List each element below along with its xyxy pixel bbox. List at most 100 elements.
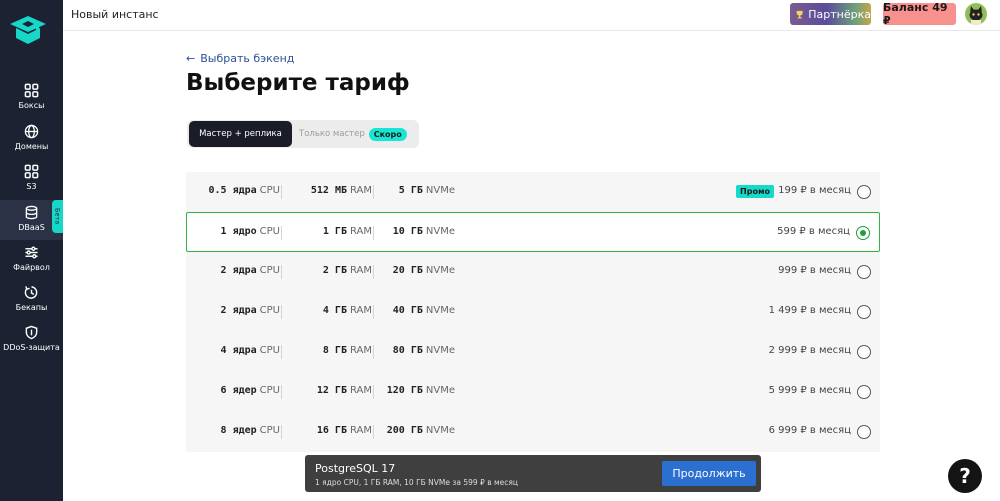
soon-badge: Скоро xyxy=(368,127,407,141)
top-header: Новый инстанс Партнёрка Баланс 49 ₽ xyxy=(63,0,1000,31)
plan-radio[interactable] xyxy=(856,226,870,240)
plan-cpu: 2 ядра CPU xyxy=(220,265,280,276)
promo-badge: Промо xyxy=(736,185,774,198)
plan-ram: 16 ГБ RAM xyxy=(316,425,372,436)
plan-cpu: 6 ядер CPU xyxy=(220,385,280,396)
sidebar-item-backups[interactable]: Бекапы xyxy=(0,285,63,325)
partner-label: Партнёрка xyxy=(808,7,871,21)
plan-price: 2 999 ₽ в месяц xyxy=(768,345,851,356)
plan-ram: 1 ГБ RAM xyxy=(322,226,372,237)
plan-price: 5 999 ₽ в месяц xyxy=(768,385,851,396)
sidebar-item-domains[interactable]: Домены xyxy=(0,124,63,164)
plan-row[interactable]: 0.5 ядра CPU 512 МБ RAM 5 ГБ NVMe Промо 199 ₽ в… xyxy=(186,172,880,212)
sliders-icon xyxy=(25,246,38,259)
plan-radio[interactable] xyxy=(857,345,871,359)
sidebar-item-label: DBaaS xyxy=(18,223,45,232)
plan-ram: 2 ГБ RAM xyxy=(322,265,372,276)
cat-avatar-icon xyxy=(965,3,987,25)
plan-ram: 512 МБ RAM xyxy=(310,185,372,196)
toggle-master-only: Только мастер Скоро xyxy=(299,121,407,147)
toggle-master-replica[interactable]: Мастер + реплика xyxy=(189,121,292,147)
page-title: Выберите тариф xyxy=(186,70,410,96)
trophy-icon xyxy=(796,10,803,18)
arrow-left-icon: ← xyxy=(186,52,196,65)
plan-cpu: 2 ядра CPU xyxy=(220,305,280,316)
question-icon: ? xyxy=(959,464,971,488)
plan-row[interactable]: 2 ядра CPU 2 ГБ RAM 20 ГБ NVMe 999 ₽ в месяц xyxy=(186,252,880,292)
plan-disk: 10 ГБ NVMe xyxy=(392,226,455,237)
continue-button[interactable]: Продолжить xyxy=(662,461,756,486)
plan-cpu: 4 ядра CPU xyxy=(220,345,280,356)
partner-button[interactable]: Партнёрка xyxy=(790,3,871,25)
sidebar-item-label: S3 xyxy=(26,182,37,191)
plan-row[interactable]: 4 ядра CPU 8 ГБ RAM 80 ГБ NVMe 2 999 ₽ в месяц xyxy=(186,332,880,372)
divider xyxy=(373,425,374,439)
plan-cpu: 8 ядер CPU xyxy=(220,425,280,436)
divider xyxy=(373,385,374,399)
back-link-label: Выбрать бэкенд xyxy=(200,52,295,65)
plan-disk: 80 ГБ NVMe xyxy=(392,345,455,356)
topology-toggle: Мастер + реплика Только мастер Скоро xyxy=(187,120,419,148)
plan-row[interactable]: 2 ядра CPU 4 ГБ RAM 40 ГБ NVMe 1 499 ₽ в месяц xyxy=(186,292,880,332)
help-button[interactable]: ? xyxy=(948,459,982,493)
plan-ram: 8 ГБ RAM xyxy=(322,345,372,356)
divider xyxy=(281,265,282,279)
divider xyxy=(281,305,282,319)
sidebar-item-dbaas[interactable]: DBaaS Бета xyxy=(0,200,63,240)
balance-label: Баланс 49 ₽ xyxy=(883,1,948,27)
divider xyxy=(373,345,374,359)
plan-radio[interactable] xyxy=(857,385,871,399)
sidebar-item-firewall[interactable]: Файрвол xyxy=(0,245,63,285)
divider xyxy=(373,265,374,279)
plan-ram: 12 ГБ RAM xyxy=(316,385,372,396)
avatar[interactable] xyxy=(965,3,987,25)
sidebar-item-ddos[interactable]: DDoS-защита xyxy=(0,325,63,365)
summary-title: PostgreSQL 17 xyxy=(315,462,396,475)
sidebar-item-s3[interactable]: S3 xyxy=(0,164,63,204)
plan-row[interactable]: 1 ядро CPU 1 ГБ RAM 10 ГБ NVMe 599 ₽ в месяц xyxy=(186,212,880,252)
plan-disk: 20 ГБ NVMe xyxy=(392,265,455,276)
plan-price: 199 ₽ в месяц xyxy=(778,185,851,196)
balance-button[interactable]: Баланс 49 ₽ xyxy=(883,1,956,27)
sidebar-item-label: Домены xyxy=(14,142,49,151)
plan-price: 599 ₽ в месяц xyxy=(777,226,850,237)
sidebar-item-label: Бекапы xyxy=(15,303,48,312)
divider xyxy=(373,226,374,240)
divider xyxy=(373,185,374,199)
plan-price: 1 499 ₽ в месяц xyxy=(768,305,851,316)
globe-icon xyxy=(24,124,39,139)
page-header-title: Новый инстанс xyxy=(71,8,159,21)
order-summary-bar: PostgreSQL 17 1 ядро CPU, 1 ГБ RAM, 10 Г… xyxy=(305,455,761,492)
divider xyxy=(281,226,282,240)
plan-radio[interactable] xyxy=(857,305,871,319)
plan-row[interactable]: 8 ядер CPU 16 ГБ RAM 200 ГБ NVMe 6 999 ₽ в мес… xyxy=(186,412,880,452)
plan-row[interactable]: 6 ядер CPU 12 ГБ RAM 120 ГБ NVMe 5 999 ₽ в мес… xyxy=(186,372,880,412)
database-icon xyxy=(25,205,38,220)
plan-price: 6 999 ₽ в месяц xyxy=(768,425,851,436)
plan-radio[interactable] xyxy=(857,265,871,279)
divider xyxy=(373,305,374,319)
beta-badge: Бета xyxy=(52,200,63,233)
divider xyxy=(281,425,282,439)
plan-disk: 5 ГБ NVMe xyxy=(398,185,455,196)
back-to-backend-link[interactable]: ← Выбрать бэкенд xyxy=(186,52,294,65)
sidebar-item-label: Файрвол xyxy=(13,263,50,272)
plan-ram: 4 ГБ RAM xyxy=(322,305,372,316)
plan-disk: 120 ГБ NVMe xyxy=(386,385,455,396)
sidebar-item-label: Боксы xyxy=(18,101,45,110)
plan-disk: 40 ГБ NVMe xyxy=(392,305,455,316)
divider xyxy=(281,385,282,399)
logo-icon[interactable] xyxy=(6,12,48,48)
divider xyxy=(281,185,282,199)
shield-icon xyxy=(25,325,38,340)
divider xyxy=(281,345,282,359)
plan-radio[interactable] xyxy=(857,185,871,199)
grid-icon xyxy=(24,164,39,179)
plan-radio[interactable] xyxy=(857,425,871,439)
grid-icon xyxy=(24,83,39,98)
plan-price: 999 ₽ в месяц xyxy=(778,265,851,276)
plan-cpu: 0.5 ядра CPU xyxy=(208,185,280,196)
backup-icon xyxy=(24,286,38,299)
sidebar-item-label: DDoS-защита xyxy=(3,343,60,352)
sidebar-item-boxes[interactable]: Боксы xyxy=(0,83,63,123)
